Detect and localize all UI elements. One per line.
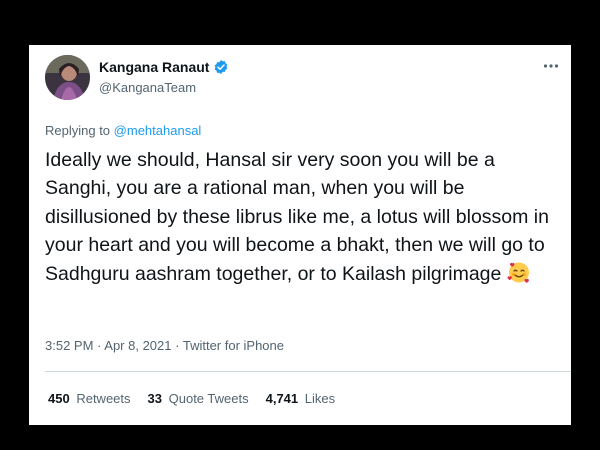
quotes-label: Quote Tweets xyxy=(168,391,249,406)
likes-stat[interactable]: 4,741 Likes xyxy=(266,391,336,406)
likes-label: Likes xyxy=(304,391,336,406)
quotes-count: 33 xyxy=(147,391,162,406)
retweets-label: Retweets xyxy=(76,391,131,406)
retweets-count: 450 xyxy=(48,391,70,406)
tweet-body: Ideally we should, Hansal sir very soon … xyxy=(45,149,549,285)
mention-link[interactable]: @mehtahansal xyxy=(114,123,202,138)
tweet-meta: 3:52 PM · Apr 8, 2021 · Twitter for iPho… xyxy=(45,338,284,353)
verified-badge-icon xyxy=(213,59,229,75)
tweet-card: Kangana Ranaut @KanganaTeam Replying to … xyxy=(29,45,571,425)
more-icon[interactable] xyxy=(543,57,559,69)
avatar[interactable] xyxy=(45,55,90,100)
user-handle[interactable]: @KanganaTeam xyxy=(99,80,196,95)
tweet-stats: 450 Retweets 33 Quote Tweets 4,741 Likes xyxy=(48,391,335,406)
smiling-face-with-hearts-icon xyxy=(507,260,531,284)
quote-tweets-stat[interactable]: 33 Quote Tweets xyxy=(148,391,249,406)
tweet-text: Ideally we should, Hansal sir very soon … xyxy=(45,146,565,288)
tweet-date[interactable]: Apr 8, 2021 xyxy=(104,338,171,353)
display-name[interactable]: Kangana Ranaut xyxy=(99,59,209,75)
meta-separator: · xyxy=(175,338,183,353)
tweet-time[interactable]: 3:52 PM xyxy=(45,338,93,353)
replying-to: Replying to @mehtahansal xyxy=(45,123,201,138)
retweets-stat[interactable]: 450 Retweets xyxy=(48,391,131,406)
tweet-client[interactable]: Twitter for iPhone xyxy=(183,338,284,353)
replying-prefix: Replying to xyxy=(45,123,111,138)
divider xyxy=(45,371,571,372)
likes-count: 4,741 xyxy=(265,391,299,406)
